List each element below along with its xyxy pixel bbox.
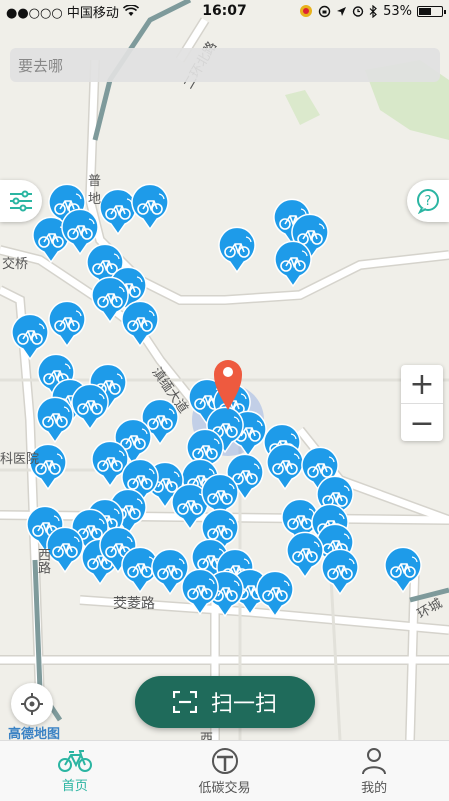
crosshair-icon bbox=[21, 693, 43, 715]
carrier-label: ●●○○○ 中国移动 bbox=[6, 5, 119, 21]
map-view[interactable]: 二环北路 普 地 交桥 滇缅大道 科医院 西路 茭菱路 环城 西 bbox=[0, 0, 449, 740]
help-bubble-icon: ? bbox=[417, 189, 439, 214]
alarm-icon bbox=[352, 6, 364, 17]
tab-carbon-trade-label: 低碳交易 bbox=[198, 780, 251, 796]
search-placeholder: 要去哪 bbox=[18, 56, 64, 75]
search-bar[interactable]: 要去哪 bbox=[10, 48, 440, 82]
scan-button[interactable]: 扫一扫 bbox=[135, 676, 315, 728]
map-label-pu: 普 bbox=[88, 174, 102, 189]
map-label-jiaoling-road: 茭菱路 bbox=[113, 596, 155, 612]
tab-carbon-trade[interactable]: 低碳交易 bbox=[150, 741, 300, 801]
map-canvas[interactable] bbox=[0, 0, 449, 740]
filter-button[interactable] bbox=[0, 180, 42, 222]
scan-button-label: 扫一扫 bbox=[210, 692, 277, 717]
status-bar: ●●○○○ 中国移动 16:07 53% bbox=[0, 0, 449, 22]
map-label-hospital: 科医院 bbox=[0, 452, 40, 467]
tab-mine[interactable]: 我的 bbox=[299, 741, 449, 801]
battery-icon bbox=[417, 5, 446, 17]
filter-sliders-icon bbox=[10, 190, 32, 212]
battery-percent: 53% bbox=[383, 3, 412, 19]
user-icon bbox=[362, 747, 387, 774]
tab-home-label: 首页 bbox=[61, 778, 88, 794]
zoom-out-button[interactable]: − bbox=[401, 404, 443, 442]
svg-text:?: ? bbox=[425, 194, 432, 209]
tab-mine-label: 我的 bbox=[361, 780, 388, 796]
rotation-lock-icon bbox=[318, 5, 331, 17]
scan-frame-icon bbox=[172, 691, 197, 713]
map-label-pu2: 地 bbox=[88, 192, 102, 207]
zoom-in-button[interactable]: + bbox=[401, 365, 443, 404]
app-status-icon bbox=[300, 5, 313, 17]
locate-me-button[interactable] bbox=[11, 683, 53, 725]
bike-icon bbox=[57, 749, 92, 772]
tab-bar: 首页 低碳交易 我的 bbox=[0, 740, 449, 801]
bluetooth-icon bbox=[369, 4, 377, 18]
wifi-icon bbox=[122, 5, 139, 16]
carbon-trade-icon bbox=[211, 747, 238, 774]
map-label-bridge: 交桥 bbox=[2, 257, 29, 272]
location-arrow-icon bbox=[337, 6, 347, 16]
map-label-west-road: 西路 bbox=[35, 548, 50, 574]
zoom-control: + − bbox=[401, 365, 443, 441]
tab-home[interactable]: 首页 bbox=[0, 741, 150, 801]
map-label-xi: 西 bbox=[200, 732, 214, 740]
help-button[interactable]: ? bbox=[407, 180, 449, 222]
